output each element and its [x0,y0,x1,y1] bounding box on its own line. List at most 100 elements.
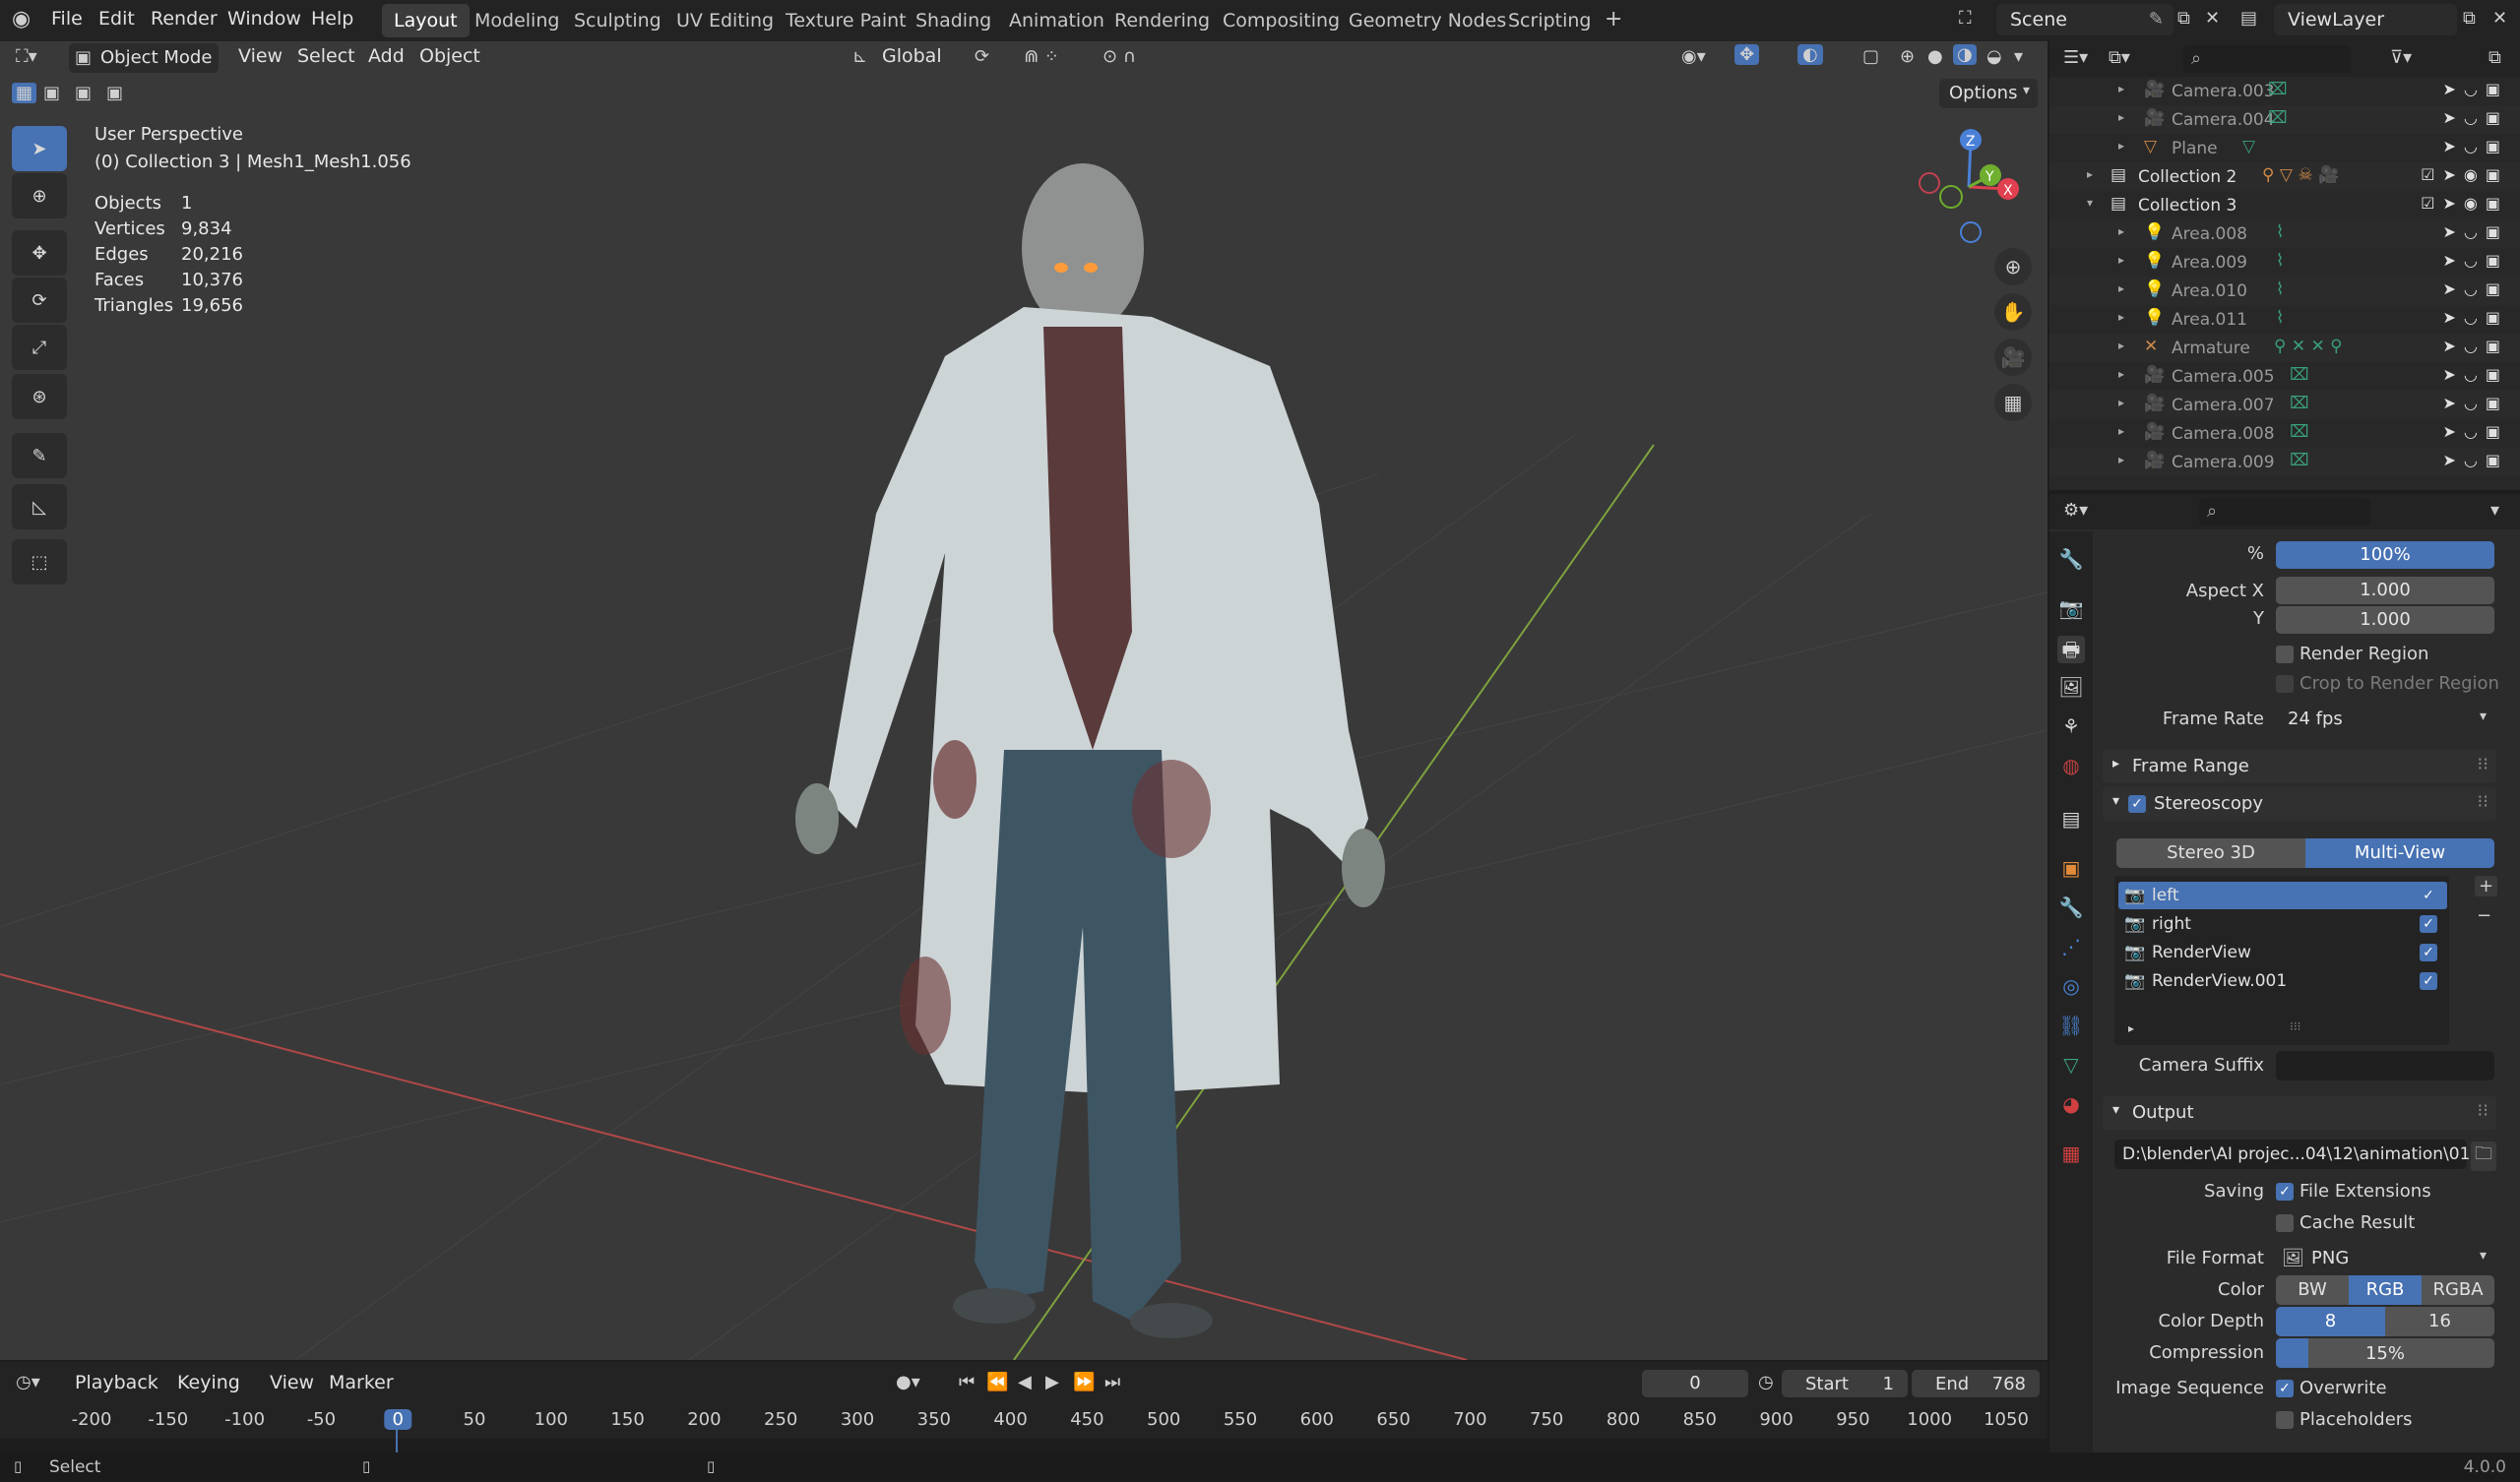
tab-uv-editing[interactable]: UV Editing [664,4,786,37]
row-toggles[interactable]: ➤◡▣ [2443,365,2508,384]
crop-region-checkbox[interactable] [2276,675,2294,693]
expand-icon[interactable]: ▸ [2118,224,2124,238]
file-format-selector[interactable]: 🖼 PNG ▾ [2276,1244,2494,1273]
delete-scene-icon[interactable]: ✕ [2205,8,2220,29]
frame-range-panel-header[interactable]: ▸ Frame Range ⁝⁝ [2103,750,2496,783]
jump-end-icon[interactable]: ⏭ [1104,1372,1120,1392]
tab-modeling[interactable]: Modeling [463,4,571,37]
tab-geometry-nodes[interactable]: Geometry Nodes [1337,4,1518,37]
cache-result-checkbox[interactable] [2276,1214,2294,1232]
annotate-tool[interactable]: ✎ [12,433,67,478]
shading-options-icon[interactable]: ▾ [2014,46,2023,67]
outliner-row[interactable]: ▸ ✕ Armature ⚲ ✕ ✕ ⚲ ➤◡▣ [2049,334,2520,362]
row-toggles[interactable]: ➤◡▣ [2443,394,2508,412]
placeholders-checkbox[interactable] [2276,1411,2294,1429]
modifier-tab-icon[interactable]: 🔧 [2057,895,2085,923]
color-bw-button[interactable]: BW [2276,1275,2349,1305]
material-shading-icon[interactable]: ◑ [1953,44,1977,65]
output-panel-header[interactable]: ▾ Output ⁝⁝ [2103,1096,2496,1130]
gizmo-toggle-icon[interactable]: ✥ [1734,44,1760,65]
outliner-row[interactable]: ▾ ▤ Collection 3 ☑➤◉▣ [2049,191,2520,219]
start-frame-field[interactable]: Start 1 [1782,1370,1908,1397]
row-toggles[interactable]: ➤◡▣ [2443,251,2508,270]
expand-icon[interactable]: ▸ [2118,310,2124,324]
play-reverse-icon[interactable]: ◀ [1018,1372,1032,1392]
record-icon[interactable]: ●▾ [896,1372,920,1392]
expand-icon[interactable]: ▸ [2087,167,2093,181]
viewport-menu-select[interactable]: Select [297,45,355,67]
compression-slider[interactable]: 15% [2276,1338,2494,1368]
expand-icon[interactable]: ▸ [2118,82,2124,95]
tab-rendering[interactable]: Rendering [1102,4,1222,37]
list-expand-icon[interactable]: ▸ [2128,1021,2134,1035]
rotate-tool[interactable]: ⟳ [12,278,67,323]
texture-tab-icon[interactable]: ▦ [2057,1142,2085,1169]
outliner-row[interactable]: ▸ 💡 Area.008 ⌇ ➤◡▣ [2049,219,2520,248]
view-row-left[interactable]: 📷 left ✓ [2118,882,2447,909]
expand-icon[interactable]: ▸ [2118,281,2124,295]
measure-tool[interactable]: ◺ [12,484,67,529]
stereoscopy-panel-header[interactable]: ▾ ✓ Stereoscopy ⁝⁝ [2103,787,2496,821]
delete-view-layer-icon[interactable]: ✕ [2492,8,2507,29]
xray-icon[interactable]: ▢ [1862,46,1879,67]
tab-sculpting[interactable]: Sculpting [562,4,673,37]
object-tab-icon[interactable]: ▣ [2057,856,2085,884]
view-layer-icon[interactable]: ▤ [2240,8,2257,29]
row-toggles[interactable]: ➤◡▣ [2443,451,2508,469]
aspect-y-field[interactable]: 1.000 [2276,606,2494,634]
remove-view-icon[interactable]: − [2477,905,2491,926]
outliner-row[interactable]: ▸ 💡 Area.010 ⌇ ➤◡▣ [2049,277,2520,305]
scene-selector[interactable]: Scene ✎ [1996,4,2174,35]
expand-icon[interactable]: ▸ [2118,110,2124,124]
outliner-row[interactable]: ▸ 💡 Area.009 ⌇ ➤◡▣ [2049,248,2520,277]
select-new-icon[interactable]: ▦ [12,83,37,103]
blender-logo-icon[interactable]: ◉ [12,7,31,31]
menu-render[interactable]: Render [151,8,218,30]
viewport-menu-view[interactable]: View [238,45,283,67]
outliner-row[interactable]: ▸ 🎥 Camera.003 ⌧ ➤◡▣ [2049,77,2520,105]
scene-icon[interactable]: ⛶ [1959,8,1972,29]
outliner-row[interactable]: ▸ 🎥 Camera.005 ⌧ ➤◡▣ [2049,362,2520,391]
scene-tab-icon[interactable]: ⚘ [2057,714,2085,742]
outliner-search-input[interactable]: ⌕ [2183,45,2351,73]
pin-icon[interactable]: ✎ [2149,9,2164,30]
tab-texture-paint[interactable]: Texture Paint [774,4,918,37]
add-workspace-button[interactable]: + [1593,4,1634,37]
view-enabled-checkbox[interactable]: ✓ [2420,944,2437,961]
scale-tool[interactable]: ⤢ [12,325,67,370]
constraints-tab-icon[interactable]: ⛓ [2057,1014,2085,1041]
stereoscopy-checkbox[interactable]: ✓ [2128,795,2146,813]
expand-icon[interactable]: ▸ [2118,339,2124,352]
display-mode-icon[interactable]: ⧉▾ [2109,47,2130,68]
pan-hand-icon[interactable]: ✋ [1994,293,2032,331]
physics-tab-icon[interactable]: ◎ [2057,974,2085,1002]
properties-editor-icon[interactable]: ⚙▾ [2063,500,2088,521]
outliner-row[interactable]: ▸ 🎥 Camera.008 ⌧ ➤◡▣ [2049,419,2520,448]
outliner-row[interactable]: ▸ 💡 Area.011 ⌇ ➤◡▣ [2049,305,2520,334]
snap-icon[interactable]: ⋒ ⁘ [1024,46,1059,67]
row-toggles[interactable]: ➤◡▣ [2443,422,2508,441]
play-icon[interactable]: ▶ [1045,1372,1059,1392]
new-view-layer-icon[interactable]: ⧉ [2463,8,2476,29]
current-frame-marker[interactable]: 0 [384,1409,411,1430]
end-frame-field[interactable]: End 768 [1912,1370,2040,1397]
view-enabled-checkbox[interactable]: ✓ [2420,915,2437,933]
visibility-icon[interactable]: ◉▾ [1681,46,1706,67]
view-layer-selector[interactable]: ViewLayer [2274,4,2457,35]
options-button[interactable]: Options ▾ [1939,79,2038,108]
file-extensions-checkbox[interactable]: ✓ [2276,1183,2294,1201]
wireframe-shading-icon[interactable]: ⊕ [1900,46,1915,67]
row-toggles[interactable]: ☑➤◉▣ [2421,165,2508,184]
select-intersect-icon[interactable]: ▣ [106,83,123,103]
color-rgb-button[interactable]: RGB [2349,1275,2422,1305]
outliner-row[interactable]: ▸ ▽ Plane ▽ ➤◡▣ [2049,134,2520,162]
view-row-renderview-001[interactable]: 📷 RenderView.001 ✓ [2118,967,2447,995]
mode-selector[interactable]: ▣ Object Mode [69,43,219,73]
tab-layout[interactable]: Layout [382,4,470,37]
row-toggles[interactable]: ➤◡▣ [2443,308,2508,327]
tool-tab-icon[interactable]: 🔧 [2057,547,2085,575]
move-tool[interactable]: ✥ [12,230,67,276]
expand-icon[interactable]: ▸ [2118,396,2124,409]
expand-icon[interactable]: ▸ [2118,139,2124,153]
overwrite-checkbox[interactable]: ✓ [2276,1380,2294,1397]
